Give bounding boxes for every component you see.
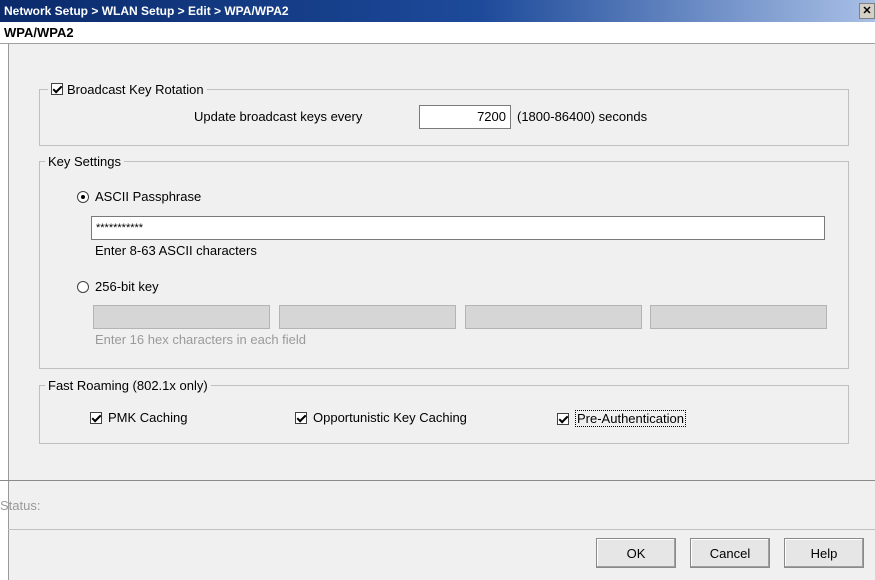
- page-title: WPA/WPA2: [0, 22, 875, 44]
- ascii-passphrase-radio[interactable]: [77, 190, 89, 203]
- close-icon[interactable]: ✕: [859, 3, 875, 19]
- key-settings-label: Key Settings: [48, 153, 121, 169]
- broadcast-key-label: Broadcast Key Rotation: [67, 81, 204, 97]
- ok-button[interactable]: OK: [596, 538, 676, 568]
- hex-key-label: 256-bit key: [95, 279, 159, 294]
- ascii-passphrase-label: ASCII Passphrase: [95, 189, 202, 204]
- pre-authentication-label: Pre-Authentication: [575, 410, 686, 427]
- hex-key-field-1[interactable]: [93, 305, 270, 329]
- pmk-caching-option[interactable]: PMK Caching: [90, 410, 187, 425]
- status-bar: [8, 481, 875, 529]
- pre-authentication-checkbox[interactable]: [557, 412, 569, 425]
- ascii-passphrase-hint: Enter 8-63 ASCII characters: [95, 243, 257, 258]
- broadcast-key-legend[interactable]: Broadcast Key Rotation: [48, 81, 207, 97]
- pre-authentication-option[interactable]: Pre-Authentication: [557, 410, 686, 427]
- key-settings-legend: Key Settings: [45, 153, 124, 169]
- ascii-passphrase-option[interactable]: ASCII Passphrase: [77, 189, 201, 204]
- opportunistic-key-caching-option[interactable]: Opportunistic Key Caching: [295, 410, 467, 425]
- hex-key-option[interactable]: 256-bit key: [77, 279, 159, 294]
- broadcast-interval-input[interactable]: 7200: [419, 105, 511, 129]
- hex-key-field-2[interactable]: [279, 305, 456, 329]
- update-broadcast-label: Update broadcast keys every: [194, 109, 363, 124]
- status-label: Status:: [0, 498, 41, 513]
- broadcast-key-checkbox[interactable]: [51, 83, 63, 95]
- cancel-button[interactable]: Cancel: [690, 538, 770, 568]
- pmk-caching-checkbox[interactable]: [90, 411, 102, 424]
- hex-key-field-4[interactable]: [650, 305, 827, 329]
- hex-key-field-3[interactable]: [465, 305, 642, 329]
- window-title: Network Setup > WLAN Setup > Edit > WPA/…: [4, 4, 289, 18]
- help-button[interactable]: Help: [784, 538, 864, 568]
- hex-key-hint: Enter 16 hex characters in each field: [95, 332, 307, 347]
- fast-roaming-legend: Fast Roaming (802.1x only): [45, 377, 211, 393]
- opportunistic-key-caching-checkbox[interactable]: [295, 411, 307, 424]
- window-title-bar: Network Setup > WLAN Setup > Edit > WPA/…: [0, 0, 875, 22]
- opportunistic-key-caching-label: Opportunistic Key Caching: [313, 410, 467, 425]
- button-bar-divider: [8, 529, 875, 530]
- hex-key-radio[interactable]: [77, 280, 89, 293]
- fast-roaming-label: Fast Roaming (802.1x only): [48, 377, 208, 393]
- ascii-passphrase-input[interactable]: ***********: [91, 216, 825, 240]
- pmk-caching-label: PMK Caching: [108, 410, 188, 425]
- broadcast-range-text: (1800-86400) seconds: [517, 109, 648, 124]
